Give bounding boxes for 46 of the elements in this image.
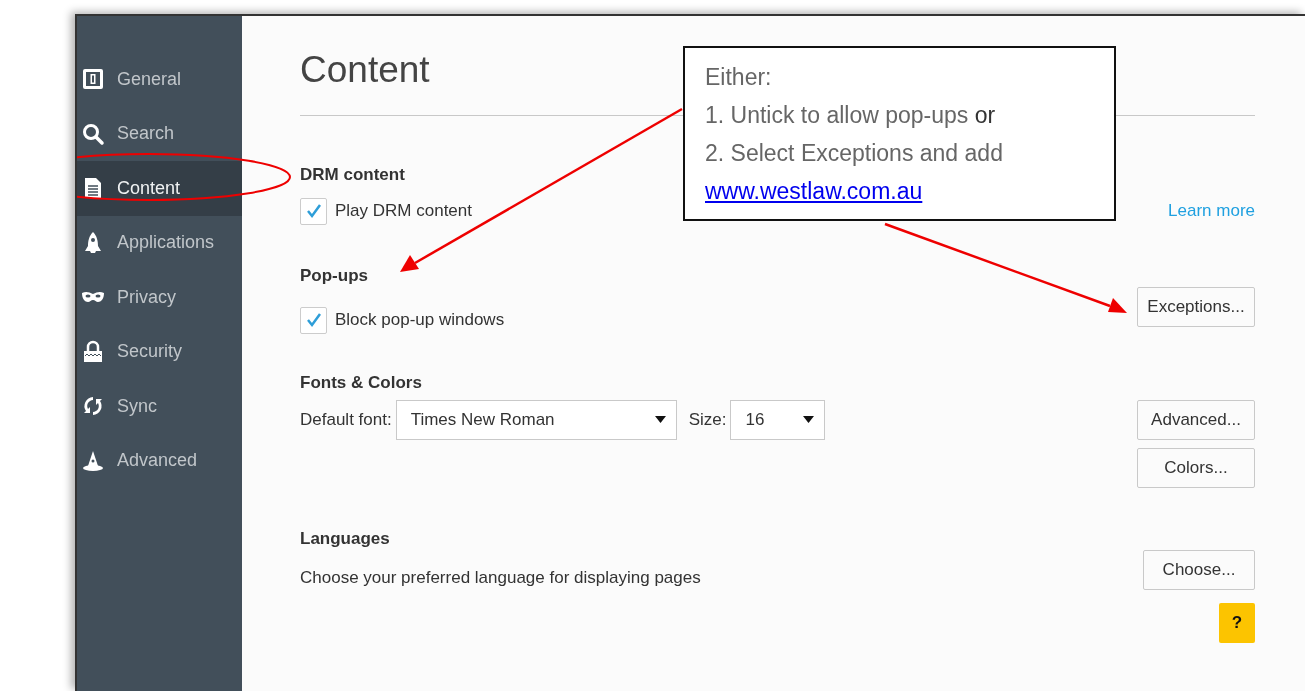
button[interactable]: Colors... xyxy=(1137,447,1255,488)
checkmark-icon xyxy=(305,312,322,329)
section-heading: Pop-ups xyxy=(300,264,369,287)
button[interactable]: Advanced... xyxy=(1137,399,1255,440)
page-title: Content xyxy=(300,50,430,91)
section-heading: Languages xyxy=(300,527,391,550)
field-label: Size: xyxy=(688,408,727,431)
sidebar-item[interactable]: Advanced xyxy=(77,433,242,488)
general-icon xyxy=(81,67,105,92)
checkbox[interactable] xyxy=(300,197,327,225)
checkbox-label: Block pop-up windows xyxy=(335,309,505,332)
dropdown[interactable]: 16 xyxy=(730,399,826,440)
description: Choose your preferred language for displaying pages xyxy=(300,566,701,589)
website-link[interactable]: www.westlaw.com.au xyxy=(705,178,923,204)
sidebar-label: Content xyxy=(117,176,181,200)
sidebar-item[interactable]: Search xyxy=(77,106,242,161)
caret-icon xyxy=(654,416,666,424)
help-button[interactable]: ? xyxy=(1219,603,1255,644)
callout-text: 2. Select Exceptions and add xyxy=(705,139,1004,168)
padlock-icon xyxy=(81,339,105,364)
caret-icon xyxy=(803,416,815,424)
button[interactable]: Choose... xyxy=(1143,549,1255,590)
field-label: Default font: xyxy=(300,408,392,431)
dropdown[interactable]: Times New Roman xyxy=(395,399,677,440)
checkmark-icon xyxy=(305,203,322,220)
sidebar-label: Applications xyxy=(117,231,215,255)
search-icon xyxy=(81,121,105,146)
section-heading: DRM content xyxy=(300,163,406,186)
sidebar-item[interactable]: Content xyxy=(77,161,242,216)
sidebar-item[interactable]: Sync xyxy=(77,379,242,434)
sidebar-label: Search xyxy=(117,122,175,146)
sidebar-label: General xyxy=(117,67,182,91)
sidebar-label: Advanced xyxy=(117,449,198,473)
section-heading: Fonts & Colors xyxy=(300,371,423,394)
sidebar-label: Sync xyxy=(117,394,158,418)
sidebar-item[interactable]: Applications xyxy=(77,215,242,270)
checkbox[interactable] xyxy=(300,306,327,334)
checkbox-label: Play DRM content xyxy=(335,200,472,223)
sidebar-item[interactable]: General xyxy=(77,52,242,107)
callout-text: 1. Untick to allow pop-ups or xyxy=(705,101,997,130)
sidebar-label: Security xyxy=(117,340,183,364)
callout-text: Either: xyxy=(705,63,773,92)
sidebar-item[interactable]: Privacy xyxy=(77,270,242,325)
exceptions-button[interactable]: Exceptions... xyxy=(1137,287,1255,328)
sidebar-label: Privacy xyxy=(117,285,176,309)
sidebar-item[interactable]: Security xyxy=(77,324,242,379)
